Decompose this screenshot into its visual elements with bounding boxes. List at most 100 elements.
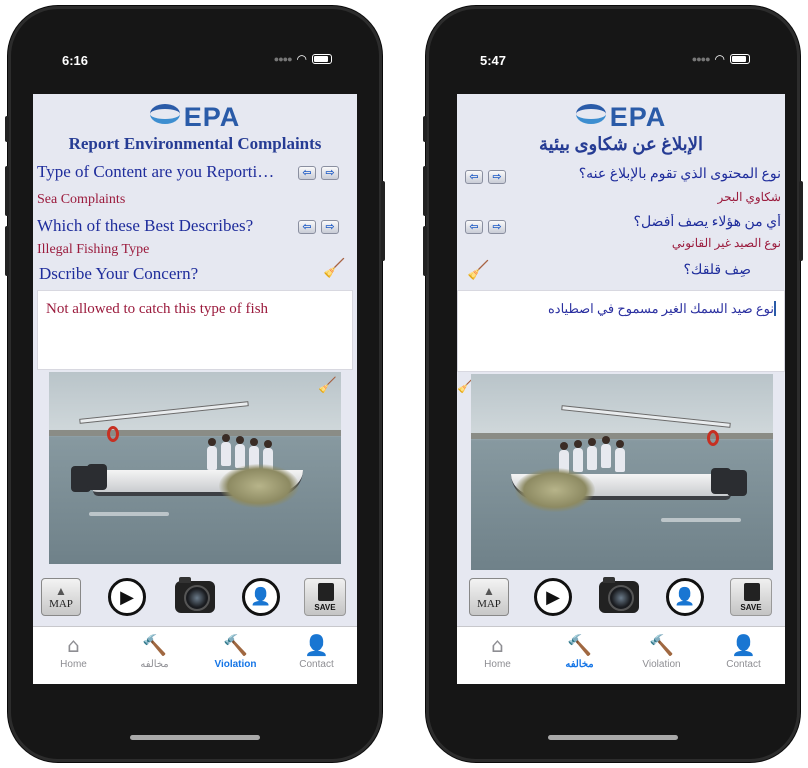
tab-home[interactable]: ⌂ Home: [33, 633, 114, 670]
save-floppy-icon: SAVE: [304, 578, 346, 616]
tab-mukhalafa[interactable]: 🔨 مخالفه: [539, 633, 620, 670]
description-next-button[interactable]: ⇨: [488, 220, 506, 234]
concern-textarea[interactable]: نوع صيد السمك الغير مسموح في اصطياده: [457, 290, 785, 372]
status-bar: 6:16 ●●●● ◠: [30, 50, 360, 74]
media-toolbar: MAP ▶ 👤 SAVE: [33, 572, 357, 620]
video-button[interactable]: ▶: [531, 576, 575, 618]
content-type-prev-button[interactable]: ⇦: [465, 170, 483, 184]
tab-violation[interactable]: 🔨 Violation: [195, 633, 276, 670]
video-camera-icon: ▶: [534, 578, 572, 616]
save-button[interactable]: SAVE: [729, 576, 773, 618]
tab-label: Contact: [299, 659, 334, 670]
volume-up-button: [5, 166, 9, 216]
video-button[interactable]: ▶: [105, 576, 149, 618]
add-contact-icon: 👤: [242, 578, 280, 616]
outboard-motor: [87, 464, 107, 490]
tab-bar: ⌂ Home 🔨 مخالفه 🔨 Violation 👤 Contact: [457, 626, 785, 684]
map-icon: MAP: [469, 578, 509, 616]
complaint-photo: [471, 374, 773, 570]
fisherman: [221, 434, 231, 466]
photo-shoreline: [471, 432, 773, 439]
content-type-next-button[interactable]: ⇨: [488, 170, 506, 184]
status-time: 5:47: [480, 53, 507, 68]
water-wake: [89, 512, 169, 516]
save-button[interactable]: SAVE: [303, 576, 347, 618]
mute-switch: [5, 116, 9, 142]
concern-label: Dscribe Your Concern?: [39, 264, 199, 283]
description-prev-button[interactable]: ⇦: [465, 220, 483, 234]
photo-shoreline: [49, 429, 341, 436]
fishing-net: [515, 468, 595, 512]
tab-mukhalafa[interactable]: 🔨 مخالفه: [114, 633, 195, 670]
contact-add-button[interactable]: 👤: [239, 576, 283, 618]
home-indicator: [548, 735, 678, 740]
camera-button[interactable]: [173, 576, 217, 618]
clear-photo-broom-icon[interactable]: 🧹: [318, 378, 337, 393]
gavel-icon: 🔨: [142, 633, 167, 657]
person-icon: 👤: [731, 633, 756, 657]
fisherman: [207, 438, 217, 470]
epa-logo: EPA: [33, 102, 357, 133]
person-icon: 👤: [304, 633, 329, 657]
save-floppy-icon: SAVE: [730, 578, 772, 616]
camera-icon: [175, 577, 215, 613]
map-icon: MAP: [41, 578, 81, 616]
description-value: نوع الصيد غير القانوني: [671, 236, 781, 250]
tab-home[interactable]: ⌂ Home: [457, 633, 538, 670]
fisherman: [615, 440, 625, 472]
clear-text-broom-icon[interactable]: 🧹: [467, 262, 489, 280]
description-prev-button[interactable]: ⇦: [298, 220, 316, 234]
clear-text-broom-icon[interactable]: 🧹: [323, 260, 345, 278]
epa-logo: EPA: [457, 102, 785, 133]
tab-label: مخالفه: [565, 659, 594, 670]
content-type-prev-button[interactable]: ⇦: [298, 166, 316, 180]
wifi-icon: ◠: [296, 52, 307, 66]
gavel-icon: 🔨: [223, 633, 248, 657]
tab-contact[interactable]: 👤 Contact: [276, 633, 357, 670]
boat-canopy: [561, 405, 731, 428]
tab-bar: ⌂ Home 🔨 مخالفه 🔨 Violation 👤 Contact: [33, 626, 357, 684]
home-indicator: [130, 735, 260, 740]
fisherman: [601, 436, 611, 468]
video-camera-icon: ▶: [108, 578, 146, 616]
complaint-photo: 🧹: [49, 372, 341, 564]
fisherman: [235, 436, 245, 468]
camera-button[interactable]: [597, 576, 641, 618]
power-button: [381, 181, 385, 261]
status-time: 6:16: [62, 53, 89, 68]
concern-text: نوع صيد السمك الغير مسموح في اصطياده: [548, 301, 774, 316]
epa-logo-text: EPA: [609, 102, 667, 132]
life-ring: [107, 426, 119, 442]
concern-textarea[interactable]: Not allowed to catch this type of fish: [37, 290, 353, 370]
map-button[interactable]: MAP: [467, 576, 511, 618]
add-contact-icon: 👤: [666, 578, 704, 616]
description-next-button[interactable]: ⇨: [321, 220, 339, 234]
wifi-icon: ◠: [714, 52, 725, 66]
epa-logo-mark-icon: [149, 104, 180, 124]
home-icon: ⌂: [491, 633, 504, 657]
content-type-next-button[interactable]: ⇨: [321, 166, 339, 180]
concern-label: صِف قلقك؟: [683, 263, 751, 278]
tab-violation[interactable]: 🔨 Violation: [621, 633, 702, 670]
content-type-label: نوع المحتوى الذي تقوم بالإبلاغ عنه؟: [578, 167, 781, 182]
battery-icon: [730, 54, 750, 64]
water-wake: [661, 518, 741, 522]
map-button[interactable]: MAP: [39, 576, 83, 618]
phone-english: 6:16 ●●●● ◠ EPA Report Environmental Com…: [5, 6, 385, 762]
outboard-motor: [711, 468, 731, 494]
phone-arabic: 5:47 ●●●● ◠ EPA الإبلاغ عن شكاوى بيئية ⇦…: [423, 6, 803, 762]
description-label: Which of these Best Describes?: [37, 216, 254, 235]
tab-contact[interactable]: 👤 Contact: [703, 633, 784, 670]
tab-label: Violation: [642, 659, 681, 670]
description-value: Illegal Fishing Type: [37, 242, 150, 257]
tab-label: Home: [484, 659, 511, 670]
boat-canopy: [79, 401, 249, 424]
volume-down-button: [423, 226, 427, 276]
epa-logo-text: EPA: [183, 102, 241, 132]
signal-icon: ●●●●: [273, 54, 293, 64]
home-icon: ⌂: [67, 633, 80, 657]
contact-add-button[interactable]: 👤: [663, 576, 707, 618]
app-screen: EPA Report Environmental Complaints Type…: [33, 94, 357, 684]
gavel-icon: 🔨: [567, 633, 592, 657]
power-button: [799, 181, 803, 261]
